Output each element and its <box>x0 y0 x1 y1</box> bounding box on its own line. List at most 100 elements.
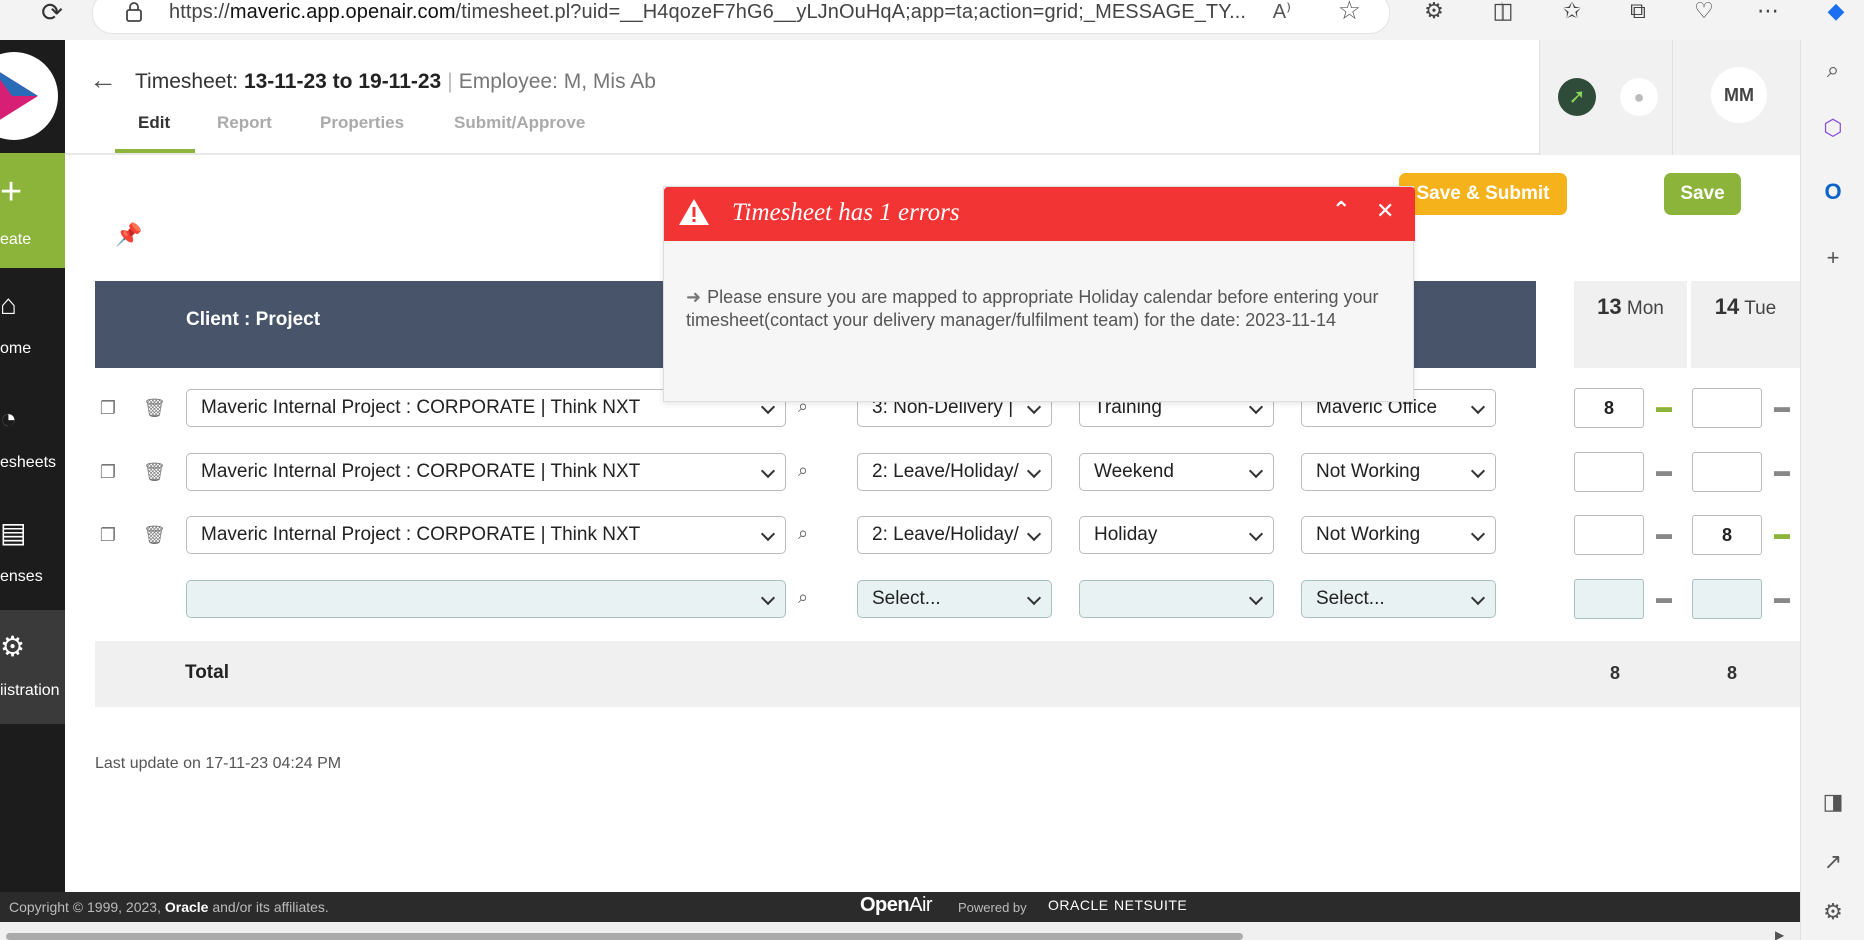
time-type-select[interactable] <box>1079 580 1274 618</box>
nav-item-home[interactable]: ⌂ ome <box>0 268 65 382</box>
tab-properties[interactable]: Properties <box>320 113 404 133</box>
task-select[interactable]: 2: Leave/Holiday/ <box>857 453 1052 491</box>
comment-icon[interactable]: ▬ <box>1774 591 1794 607</box>
delete-row-icon[interactable]: 🗑 <box>143 524 166 546</box>
url-text: https://maveric.app.openair.com/timeshee… <box>169 1 1247 23</box>
delete-row-icon[interactable]: 🗑 <box>143 397 166 419</box>
hours-input-tue[interactable] <box>1692 452 1762 492</box>
split-screen-icon[interactable]: ◫ <box>1487 0 1519 26</box>
more-menu-icon[interactable]: ⋯ <box>1752 0 1784 26</box>
favorites-icon[interactable]: ✩ <box>1556 0 1588 26</box>
task-select[interactable]: Select... <box>857 580 1052 618</box>
project-select[interactable]: Maveric Internal Project : CORPORATE | T… <box>186 453 786 491</box>
comment-icon[interactable]: ▬ <box>1656 400 1676 416</box>
comment-icon[interactable]: ▬ <box>1774 464 1794 480</box>
comment-icon[interactable]: ▬ <box>1656 464 1676 480</box>
total-row: Total 8 8 <box>95 641 1800 707</box>
read-aloud-icon[interactable]: A⁾ <box>1273 0 1291 24</box>
save-and-submit-button[interactable]: Save & Submit <box>1399 173 1567 215</box>
address-bar[interactable]: https://maveric.app.openair.com/timeshee… <box>92 0 1390 34</box>
reload-icon[interactable]: ⟳ <box>36 0 68 28</box>
nav-item-expenses[interactable]: ▤ enses <box>0 496 65 610</box>
sidebar-toggle-icon[interactable]: ◨ <box>1817 786 1849 818</box>
pin-icon[interactable]: 📌 <box>115 222 142 248</box>
nav-item-label: enses <box>0 568 43 585</box>
hours-input-mon[interactable] <box>1574 515 1644 555</box>
lightbulb-icon[interactable]: ● <box>1620 78 1658 116</box>
create-nav-button[interactable]: + eate <box>0 153 65 268</box>
nav-item-label: esheets <box>0 454 57 471</box>
add-sidebar-icon[interactable]: + <box>1817 242 1849 274</box>
tab-report[interactable]: Report <box>217 113 272 133</box>
project-select[interactable]: Maveric Internal Project : CORPORATE | T… <box>186 516 786 554</box>
last-update-text: Last update on 17-11-23 04:24 PM <box>95 755 342 772</box>
external-link-icon[interactable]: ↗ <box>1817 846 1849 878</box>
hours-input-mon[interactable]: 8 <box>1574 388 1644 428</box>
avatar[interactable]: MM <box>1711 67 1767 123</box>
nav-item-administration[interactable]: ⚙ iistration <box>0 610 65 724</box>
time-type-select[interactable]: Holiday <box>1079 516 1274 554</box>
scroll-right-icon[interactable]: ▶ <box>1775 928 1784 940</box>
nav-item-label: ome <box>0 340 32 357</box>
hours-input-tue[interactable]: 8 <box>1692 515 1762 555</box>
search-icon[interactable]: ⌕ <box>798 523 808 544</box>
comment-icon[interactable]: ▬ <box>1656 591 1676 607</box>
error-message: ➜ Please ensure you are mapped to appropr… <box>686 287 1379 330</box>
wallet-icon: ▤ <box>0 517 27 548</box>
task-select[interactable]: 2: Leave/Holiday/ <box>857 516 1052 554</box>
horizontal-scrollbar[interactable]: ▶ <box>0 922 1800 940</box>
favorite-star-icon[interactable]: ☆ <box>1338 0 1361 26</box>
comment-icon[interactable]: ▬ <box>1774 527 1794 543</box>
day-header-tue: 14 Tue <box>1691 281 1800 368</box>
close-icon[interactable]: ✕ <box>1376 198 1394 224</box>
search-icon[interactable]: ⌕ <box>798 587 808 608</box>
delete-row-icon[interactable]: 🗑 <box>143 461 166 483</box>
copilot-sidebar-icon[interactable]: ⬡ <box>1817 112 1849 144</box>
hours-input-mon[interactable] <box>1574 452 1644 492</box>
create-label: eate <box>0 231 32 248</box>
active-tab-indicator <box>115 149 195 153</box>
date-range: 13-11-23 to 19-11-23 <box>243 70 442 93</box>
browser-toolbar: ⟳ https://maveric.app.openair.com/timesh… <box>0 0 1864 40</box>
save-button[interactable]: Save <box>1664 173 1741 215</box>
settings-icon[interactable]: ⚙ <box>1817 896 1849 928</box>
rocket-icon[interactable]: ➚ <box>1558 78 1596 116</box>
scrollbar-thumb[interactable] <box>6 933 1243 940</box>
app-left-nav: + eate ⌂ ome ◔ esheets ▤ enses ⚙ iistrat… <box>0 40 65 892</box>
search-icon[interactable]: ⌕ <box>1817 54 1849 86</box>
employee-name: Employee: M, Mis Ab <box>458 70 656 93</box>
error-dialog-header: Timesheet has 1 errors ⌃ ✕ <box>664 187 1415 241</box>
back-arrow-icon[interactable]: ← <box>89 64 117 96</box>
project-select[interactable] <box>186 580 786 618</box>
copy-row-icon[interactable]: ❐ <box>97 397 119 419</box>
location-select[interactable]: Not Working <box>1301 453 1496 491</box>
powered-by: Powered by <box>958 900 1027 915</box>
location-select[interactable]: Not Working <box>1301 516 1496 554</box>
collections-icon[interactable]: ⧉ <box>1622 0 1654 26</box>
hours-input-tue[interactable] <box>1692 388 1762 428</box>
time-type-select[interactable]: Weekend <box>1079 453 1274 491</box>
collapse-icon[interactable]: ⌃ <box>1332 197 1350 223</box>
nav-item-timesheets[interactable]: ◔ esheets <box>0 382 65 496</box>
copyright: Copyright © 1999, 2023, Oracle and/or it… <box>9 899 329 915</box>
outlook-icon[interactable]: O <box>1817 176 1849 208</box>
hours-input-mon[interactable] <box>1574 579 1644 619</box>
total-tue: 8 <box>1727 663 1738 683</box>
hours-input-tue[interactable] <box>1692 579 1762 619</box>
comment-icon[interactable]: ▬ <box>1656 527 1676 543</box>
tab-submit-approve[interactable]: Submit/Approve <box>454 113 585 133</box>
browser-sidebar: ⌕ ⬡ O + ◨ ↗ ⚙ <box>1800 40 1864 940</box>
location-select[interactable]: Select... <box>1301 580 1496 618</box>
copy-row-icon[interactable]: ❐ <box>97 461 119 483</box>
search-icon[interactable]: ⌕ <box>798 460 808 481</box>
total-mon: 8 <box>1610 663 1621 683</box>
extensions-icon[interactable]: ⚙ <box>1418 0 1450 26</box>
gear-icon: ⚙ <box>0 631 26 662</box>
tab-edit[interactable]: Edit <box>138 113 170 133</box>
page-title: Timesheet: 13-11-23 to 19-11-23 | Employee… <box>135 70 656 93</box>
app-logo[interactable] <box>0 46 58 146</box>
comment-icon[interactable]: ▬ <box>1774 400 1794 416</box>
copy-row-icon[interactable]: ❐ <box>97 524 119 546</box>
browser-essentials-icon[interactable]: ♡ <box>1688 0 1720 26</box>
copilot-icon[interactable]: ◆ <box>1820 0 1852 26</box>
